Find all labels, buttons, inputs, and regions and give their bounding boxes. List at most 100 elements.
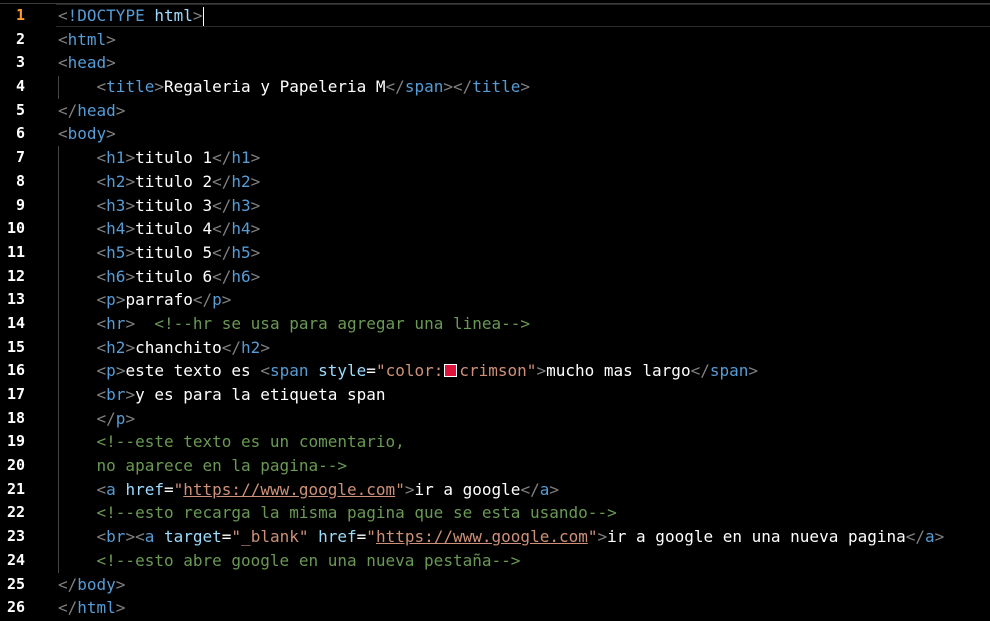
code-token: < [96,527,107,547]
code-line[interactable]: 7 <h1>titulo 1</h1> [0,146,990,170]
code-line[interactable]: 21 <a href="https://www.google.com">ir a… [0,478,990,502]
line-number: 15 [6,337,25,356]
code-token: > [125,337,136,357]
code-token: span [709,361,749,381]
code-token: h1 [231,148,251,168]
code-line[interactable]: 10 <h4>titulo 4</h4> [0,217,990,241]
code-token: <!--esto abre google en una nueva pestañ… [96,550,521,570]
code-token: > [125,313,136,333]
code-token: = [366,361,376,381]
line-number: 18 [6,408,25,427]
code-token: > [115,361,126,381]
code-token: > [536,361,547,381]
code-token: </ [212,219,232,239]
code-token: > [125,219,136,239]
code-token: h2 [106,337,126,357]
line-code: no aparece en la pagina--> [58,454,347,478]
line-number: 4 [15,77,25,96]
line-code: <hr> <!--hr se usa para agregar una line… [58,312,531,336]
code-token: > [106,53,116,73]
code-token: br [106,385,126,404]
code-token: titulo 4 [135,219,213,239]
code-line[interactable]: 22 <!--esto recarga la misma pagina que … [0,501,990,525]
code-line[interactable]: 23 <br><a target="_blank" href="https://… [0,525,990,549]
code-token: < [96,77,107,97]
code-token: head [77,100,116,120]
code-line[interactable]: 1 <!DOCTYPE html> [0,4,990,28]
code-token[interactable]: https://www.google.com [376,527,588,546]
code-line[interactable]: 8 <h2>titulo 2</h2> [0,170,990,194]
code-line[interactable]: 3 <head> [0,51,990,75]
code-line[interactable]: 11 <h5>titulo 5</h5> [0,241,990,265]
code-token: titulo 3 [135,195,213,215]
code-line[interactable]: 17 <br>y es para la etiqueta span [0,383,990,407]
code-token: < [96,266,107,286]
code-line[interactable]: 24 <!--esto abre google en una nueva pes… [0,549,990,573]
code-token: </ [212,195,232,215]
code-token: < [96,219,107,239]
code-token: < [96,385,107,404]
line-number: 13 [6,290,25,309]
code-token: hr [106,313,126,333]
code-line[interactable]: 16 <p>este texto es <span style="color: c… [0,359,990,383]
code-token: " [173,479,184,499]
code-token: > [125,385,136,404]
code-token: > [115,100,126,120]
code-token: " [395,479,405,499]
code-token: h2 [106,171,126,191]
line-code: <!--esto abre google en una nueva pestañ… [58,549,521,573]
line-number: 24 [6,550,25,569]
line-code: <body> [58,122,116,146]
code-token: h2 [231,171,251,191]
code-line[interactable]: 5 </head> [0,99,990,123]
code-token: </ [58,574,78,594]
line-number: 22 [6,503,25,522]
line-code: <h4>titulo 4</h4> [58,217,261,241]
code-line[interactable]: 4 <title>Regaleria y Papeleria M</span><… [0,75,990,99]
code-token: > [115,290,126,310]
line-code: <h6>titulo 6</h6> [58,265,261,289]
code-line[interactable]: 25 </body> [0,573,990,597]
line-number: 3 [15,53,25,72]
code-token: </ [212,266,232,286]
code-token: > [934,527,945,547]
code-line[interactable]: 20 no aparece en la pagina--> [0,454,990,478]
code-editor[interactable]: 1 <!DOCTYPE html> 2 <html> 3 <head> 4 <title>R… [0,0,990,621]
code-token: <!--esto recarga la misma pagina que se … [96,503,617,523]
color-swatch-icon[interactable] [444,364,458,378]
code-line[interactable]: 14 <hr> <!--hr se usa para agregar una l… [0,312,990,336]
code-token: < [58,29,68,49]
code-line[interactable]: 26 </html> [0,596,990,620]
code-line[interactable]: 13 <p>parrafo</p> [0,288,990,312]
code-token: > [250,171,261,191]
code-token[interactable]: https://www.google.com [183,480,395,499]
code-token: = [356,527,367,547]
code-token: h6 [106,266,126,286]
line-code: <!--este texto es un comentario, [58,430,405,454]
code-token: p [106,290,116,310]
line-code: <br>y es para la etiqueta span [58,383,386,407]
code-line[interactable]: 6 <body> [0,122,990,146]
code-token: target [163,527,222,547]
line-number: 1 [15,6,25,24]
code-token: br [106,527,126,547]
code-token: > [192,6,203,25]
code-line[interactable]: 12 <h6>titulo 6</h6> [0,265,990,289]
line-number: 9 [15,195,25,214]
code-line[interactable]: 19 <!--este texto es un comentario, [0,430,990,454]
code-token: html [77,598,116,618]
code-token: titulo 5 [135,242,213,262]
code-line[interactable]: 18 </p> [0,407,990,431]
code-line[interactable]: 9 <h3>titulo 3</h3> [0,194,990,218]
code-line[interactable]: 15 <h2>chanchito</h2> [0,336,990,360]
code-token: > [221,290,232,310]
code-line[interactable]: 2 <html> [0,28,990,52]
code-token: > [106,124,116,144]
code-token: title [106,77,155,97]
code-token: h5 [231,242,251,262]
